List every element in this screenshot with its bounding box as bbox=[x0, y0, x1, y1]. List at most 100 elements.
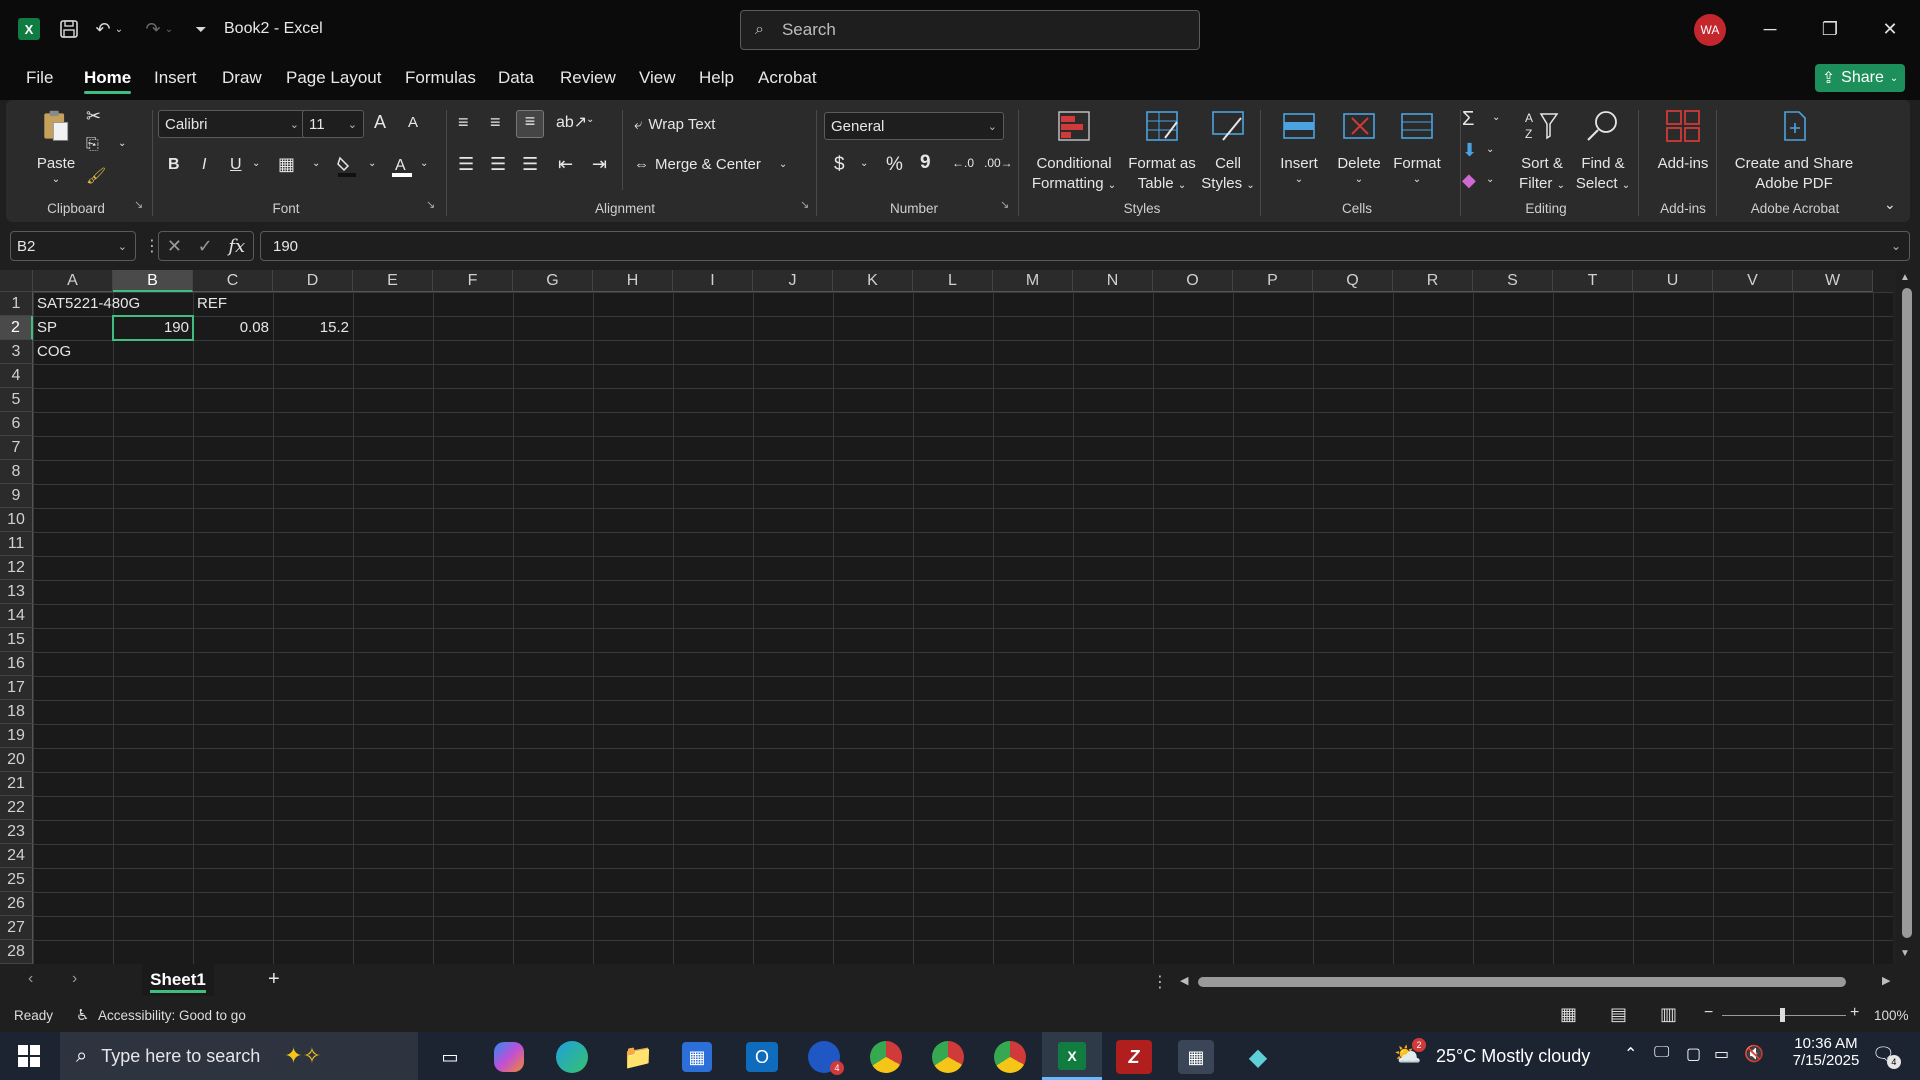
cell-d2[interactable]: 15.2 bbox=[273, 316, 353, 340]
column-header-o[interactable]: O bbox=[1153, 270, 1233, 292]
column-header-p[interactable]: P bbox=[1233, 270, 1313, 292]
taskbar-search-input[interactable]: ⌕ Type here to search ✦✧ bbox=[60, 1032, 418, 1080]
column-header-u[interactable]: U bbox=[1633, 270, 1713, 292]
zoom-out-icon[interactable]: − bbox=[1704, 1004, 1713, 1022]
more-options-icon[interactable]: ⋮ bbox=[1152, 972, 1168, 992]
row-header-7[interactable]: 7 bbox=[0, 436, 33, 460]
row-header-14[interactable]: 14 bbox=[0, 604, 33, 628]
chevron-down-icon[interactable]: ⌄ bbox=[586, 114, 594, 125]
minimize-icon[interactable]: ─ bbox=[1752, 14, 1788, 44]
edge-browser-icon[interactable] bbox=[556, 1041, 588, 1073]
increase-indent-icon[interactable]: ⇥ bbox=[592, 154, 607, 175]
tab-data[interactable]: Data bbox=[498, 68, 534, 88]
decrease-decimal-icon[interactable]: .00→ bbox=[984, 156, 1013, 170]
format-painter-icon[interactable]: 🖌 bbox=[86, 166, 106, 186]
chevron-down-icon[interactable]: ⌄ bbox=[1492, 112, 1500, 123]
next-sheet-icon[interactable]: › bbox=[72, 970, 77, 988]
excel-taskbar-active[interactable]: X bbox=[1042, 1032, 1102, 1080]
copy-icon[interactable]: ⎘ bbox=[86, 136, 99, 154]
currency-format-button[interactable]: $ bbox=[834, 154, 845, 176]
merge-center-button[interactable]: ⇔ Merge & Center ⌄ bbox=[634, 156, 787, 173]
column-header-f[interactable]: F bbox=[433, 270, 513, 292]
chevron-down-icon[interactable]: ⌄ bbox=[368, 158, 376, 169]
outlook-icon[interactable]: O bbox=[746, 1042, 778, 1072]
clock[interactable]: 10:36 AM 7/15/2025 bbox=[1786, 1035, 1866, 1069]
align-right-icon[interactable]: ☰ bbox=[522, 154, 538, 175]
row-header-26[interactable]: 26 bbox=[0, 892, 33, 916]
row-header-15[interactable]: 15 bbox=[0, 628, 33, 652]
close-icon[interactable]: ✕ bbox=[1872, 14, 1908, 44]
windows-start-icon[interactable] bbox=[18, 1045, 40, 1070]
font-size-select[interactable]: 11 ⌄ bbox=[302, 110, 364, 138]
row-header-11[interactable]: 11 bbox=[0, 532, 33, 556]
percent-format-button[interactable]: % bbox=[886, 154, 903, 176]
restore-icon[interactable]: ❐ bbox=[1812, 14, 1848, 44]
row-header-8[interactable]: 8 bbox=[0, 460, 33, 484]
column-header-n[interactable]: N bbox=[1073, 270, 1153, 292]
fill-icon[interactable]: ⬇ bbox=[1462, 140, 1477, 161]
increase-decimal-icon[interactable]: ←.0 bbox=[952, 156, 974, 170]
undo-dropdown-icon[interactable]: ⌄ bbox=[112, 16, 126, 42]
column-header-a[interactable]: A bbox=[33, 270, 113, 292]
row-header-6[interactable]: 6 bbox=[0, 412, 33, 436]
cell-a3[interactable]: COG bbox=[33, 340, 71, 364]
increase-font-size-button[interactable]: A bbox=[374, 112, 386, 133]
column-header-v[interactable]: V bbox=[1713, 270, 1793, 292]
borders-icon[interactable]: ▦ bbox=[278, 154, 295, 175]
tab-help[interactable]: Help bbox=[699, 68, 734, 88]
conditional-formatting-button[interactable]: Conditional Formatting ⌄ bbox=[1026, 108, 1122, 196]
comma-format-button[interactable]: 9 bbox=[920, 152, 931, 174]
bold-button[interactable]: B bbox=[168, 156, 180, 174]
previous-sheet-icon[interactable]: ‹ bbox=[28, 970, 33, 988]
cut-icon[interactable]: ✂ bbox=[86, 106, 101, 127]
scroll-right-icon[interactable]: ▶ bbox=[1882, 974, 1890, 987]
column-header-g[interactable]: G bbox=[513, 270, 593, 292]
sort-filter-button[interactable]: AZ Sort & Filter ⌄ bbox=[1514, 108, 1570, 196]
search-input[interactable]: ⌕ Search bbox=[740, 10, 1200, 50]
row-header-28[interactable]: 28 bbox=[0, 940, 33, 964]
scroll-up-icon[interactable]: ▲ bbox=[1900, 272, 1910, 283]
zoom-level[interactable]: 100% bbox=[1874, 1008, 1909, 1023]
volume-muted-icon[interactable]: 🔇 bbox=[1744, 1044, 1764, 1064]
column-header-r[interactable]: R bbox=[1393, 270, 1473, 292]
save-icon[interactable] bbox=[56, 16, 82, 42]
cell-styles-button[interactable]: Cell Styles ⌄ bbox=[1198, 108, 1258, 196]
underline-button[interactable]: U bbox=[230, 156, 242, 174]
scroll-left-icon[interactable]: ◀ bbox=[1180, 974, 1188, 987]
column-header-j[interactable]: J bbox=[753, 270, 833, 292]
weather-text[interactable]: 25°C Mostly cloudy bbox=[1436, 1046, 1590, 1067]
chevron-down-icon[interactable]: ⌄ bbox=[312, 158, 320, 169]
horizontal-scroll-thumb[interactable] bbox=[1198, 977, 1846, 987]
row-header-18[interactable]: 18 bbox=[0, 700, 33, 724]
row-header-25[interactable]: 25 bbox=[0, 868, 33, 892]
middle-align-icon[interactable]: ≡ bbox=[490, 112, 501, 133]
tab-formulas[interactable]: Formulas bbox=[405, 68, 476, 88]
name-box[interactable]: B2 ⌄ bbox=[10, 231, 136, 261]
select-all-button[interactable] bbox=[0, 270, 33, 292]
tab-insert[interactable]: Insert bbox=[154, 68, 197, 88]
row-header-21[interactable]: 21 bbox=[0, 772, 33, 796]
tab-review[interactable]: Review bbox=[560, 68, 616, 88]
alignment-launcher-icon[interactable]: ↘ bbox=[800, 198, 809, 211]
vertical-scroll-thumb[interactable] bbox=[1902, 288, 1912, 938]
page-break-view-icon[interactable]: ▥ bbox=[1660, 1004, 1677, 1025]
row-header-19[interactable]: 19 bbox=[0, 724, 33, 748]
tab-home[interactable]: Home bbox=[84, 68, 132, 94]
share-button[interactable]: ⇪ Share ⌄ bbox=[1815, 64, 1905, 92]
row-header-13[interactable]: 13 bbox=[0, 580, 33, 604]
redo-dropdown-icon[interactable]: ⌄ bbox=[162, 16, 176, 42]
paste-button[interactable]: Paste ⌄ bbox=[28, 108, 84, 186]
copy-dropdown-icon[interactable]: ⌄ bbox=[118, 138, 126, 149]
row-header-10[interactable]: 10 bbox=[0, 508, 33, 532]
cell-grid[interactable]: SAT5221-480G REF SP 190 0.08 15.2 COG bbox=[33, 292, 1893, 964]
battery-icon[interactable]: ▭ bbox=[1714, 1044, 1729, 1064]
cell-a2[interactable]: SP bbox=[33, 316, 57, 340]
column-header-d[interactable]: D bbox=[273, 270, 353, 292]
filezilla-icon[interactable]: Z bbox=[1116, 1040, 1152, 1074]
chevron-down-icon[interactable]: ⌄ bbox=[420, 158, 428, 169]
column-header-m[interactable]: M bbox=[993, 270, 1073, 292]
decrease-font-size-button[interactable]: A bbox=[408, 114, 418, 131]
chrome-profile-2-icon[interactable] bbox=[932, 1041, 964, 1073]
chevron-down-icon[interactable]: ⌄ bbox=[1486, 174, 1494, 185]
delete-cells-button[interactable]: Delete ⌄ bbox=[1328, 108, 1390, 186]
